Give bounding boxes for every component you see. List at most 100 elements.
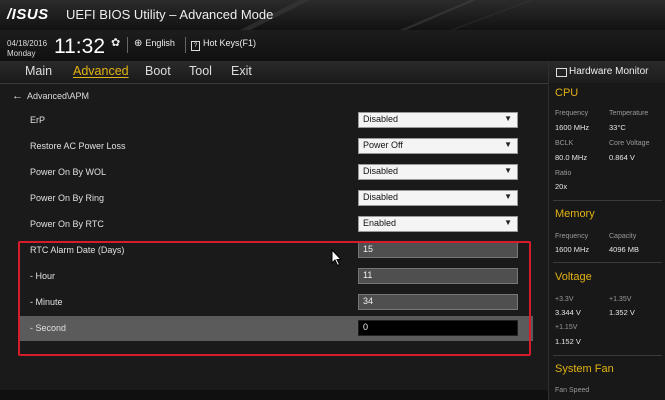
- app-title: UEFI BIOS Utility – Advanced Mode: [66, 7, 274, 22]
- ratio-label: Ratio: [555, 170, 572, 177]
- hour-field[interactable]: 11: [358, 268, 518, 284]
- divider: [127, 37, 128, 53]
- core-voltage-label: Core Voltage: [609, 140, 650, 147]
- second-field[interactable]: 0: [358, 320, 518, 336]
- globe-icon: ⊕: [134, 38, 143, 49]
- chevron-down-icon: ▼: [504, 114, 512, 123]
- divider: [553, 262, 662, 263]
- voltage-1v15-value: 1.152 V: [555, 337, 581, 346]
- setting-row-erp[interactable]: ErP Disabled ▼: [18, 108, 533, 133]
- setting-label: Power On By RTC: [30, 219, 104, 229]
- setting-label: - Second: [30, 323, 67, 333]
- setting-row-hour[interactable]: - Hour 11: [18, 264, 533, 289]
- memory-capacity-value: 4096 MB: [609, 245, 640, 254]
- voltage-3v3-label: +3.3V: [555, 296, 574, 303]
- setting-row-minute[interactable]: - Minute 34: [18, 290, 533, 315]
- select-value: Disabled: [363, 114, 399, 124]
- setting-label: Power On By Ring: [30, 193, 105, 203]
- menu-advanced[interactable]: Advanced: [73, 64, 129, 78]
- select-value: Enabled: [363, 218, 397, 228]
- bclk-label: BCLK: [555, 140, 574, 147]
- voltage-1v15-label: +1.15V: [555, 324, 578, 331]
- memory-frequency-value: 1600 MHz: [555, 245, 590, 254]
- wol-select[interactable]: Disabled ▼: [358, 164, 518, 180]
- system-fan-heading: System Fan: [555, 363, 614, 375]
- alarm-date-field[interactable]: 15: [358, 242, 518, 258]
- monitor-icon: [556, 68, 567, 77]
- erp-select[interactable]: Disabled ▼: [358, 112, 518, 128]
- menu-main[interactable]: Main: [25, 64, 52, 78]
- chevron-down-icon: ▼: [504, 192, 512, 201]
- fan-speed-label: Fan Speed: [555, 387, 590, 394]
- cpu-heading: CPU: [555, 87, 579, 99]
- hardware-monitor-title: Hardware Monitor: [569, 66, 649, 77]
- hardware-monitor-header: Hardware Monitor: [549, 61, 665, 83]
- select-value: Disabled: [363, 166, 399, 176]
- bclk-value: 80.0 MHz: [555, 153, 588, 162]
- language-label: English: [145, 38, 175, 48]
- setting-label: Power On By WOL: [30, 167, 107, 177]
- gear-icon[interactable]: ✿: [111, 36, 120, 49]
- language-button[interactable]: ⊕ English: [134, 38, 175, 49]
- field-value: 15: [363, 244, 374, 254]
- cpu-frequency-label: Frequency: [555, 110, 589, 117]
- field-value: 11: [363, 270, 373, 280]
- clock: 11:32: [54, 35, 105, 58]
- menu-exit[interactable]: Exit: [231, 64, 252, 78]
- keyboard-icon: ?: [191, 41, 200, 51]
- divider: [553, 200, 662, 201]
- setting-row-second[interactable]: - Second 0: [18, 316, 533, 341]
- ring-select[interactable]: Disabled ▼: [358, 190, 518, 206]
- select-value: Power Off: [363, 140, 403, 150]
- voltage-1v35-label: +1.35V: [609, 296, 632, 303]
- info-bar: 04/18/2016 Monday 11:32 ✿ ⊕ English ? Hot …: [0, 30, 665, 61]
- memory-frequency-label: Frequency: [555, 233, 589, 240]
- menu-bar: Main Advanced Boot Tool Exit: [0, 61, 548, 84]
- memory-heading: Memory: [555, 208, 595, 220]
- rtc-select[interactable]: Enabled ▼: [358, 216, 518, 232]
- settings-panel: ← Advanced\APM ErP Disabled ▼ Restore AC …: [0, 84, 548, 400]
- setting-row-wol[interactable]: Power On By WOL Disabled ▼: [18, 160, 533, 185]
- setting-row-restore-ac[interactable]: Restore AC Power Loss Power Off ▼: [18, 134, 533, 159]
- decorative-streak: [400, 0, 534, 30]
- date-text: 04/18/2016: [7, 39, 48, 48]
- setting-label: Restore AC Power Loss: [30, 141, 126, 151]
- restore-ac-select[interactable]: Power Off ▼: [358, 138, 518, 154]
- divider: [553, 355, 662, 356]
- setting-row-rtc[interactable]: Power On By RTC Enabled ▼: [18, 212, 533, 237]
- breadcrumb-path: Advanced\APM: [27, 91, 90, 101]
- setting-label: ErP: [30, 115, 46, 125]
- chevron-down-icon: ▼: [504, 218, 512, 227]
- chevron-down-icon: ▼: [504, 166, 512, 175]
- field-value: 34: [363, 296, 374, 306]
- voltage-3v3-value: 3.344 V: [555, 308, 581, 317]
- title-bar: /ISUS UEFI BIOS Utility – Advanced Mode: [0, 0, 665, 31]
- ratio-value: 20x: [555, 182, 568, 191]
- setting-label: RTC Alarm Date (Days): [30, 245, 125, 255]
- status-strip: [0, 390, 548, 400]
- cpu-frequency-value: 1600 MHz: [555, 123, 590, 132]
- menu-boot[interactable]: Boot: [145, 64, 171, 78]
- hotkeys-button[interactable]: ? Hot Keys(F1): [191, 38, 256, 51]
- voltage-1v35-value: 1.352 V: [609, 308, 635, 317]
- arrow-left-icon[interactable]: ←: [12, 90, 23, 102]
- core-voltage-value: 0.864 V: [609, 153, 635, 162]
- setting-label: - Hour: [30, 271, 56, 281]
- date-display: 04/18/2016 Monday: [7, 39, 47, 59]
- setting-row-ring[interactable]: Power On By Ring Disabled ▼: [18, 186, 533, 211]
- menu-tool[interactable]: Tool: [189, 64, 212, 78]
- breadcrumb[interactable]: ← Advanced\APM: [12, 90, 89, 102]
- field-value: 0: [363, 322, 369, 332]
- setting-label: - Minute: [30, 297, 63, 307]
- select-value: Disabled: [363, 192, 399, 202]
- minute-field[interactable]: 34: [358, 294, 518, 310]
- memory-capacity-label: Capacity: [609, 233, 637, 240]
- hardware-monitor-panel: Hardware Monitor CPU Frequency 1600 MHz …: [548, 61, 665, 400]
- divider: [185, 37, 186, 53]
- cpu-temperature-label: Temperature: [609, 110, 649, 117]
- voltage-heading: Voltage: [555, 271, 592, 283]
- cpu-temperature-value: 33°C: [609, 123, 626, 132]
- day-text: Monday: [7, 49, 36, 58]
- setting-row-alarm-date[interactable]: RTC Alarm Date (Days) 15: [18, 238, 533, 263]
- chevron-down-icon: ▼: [504, 140, 512, 149]
